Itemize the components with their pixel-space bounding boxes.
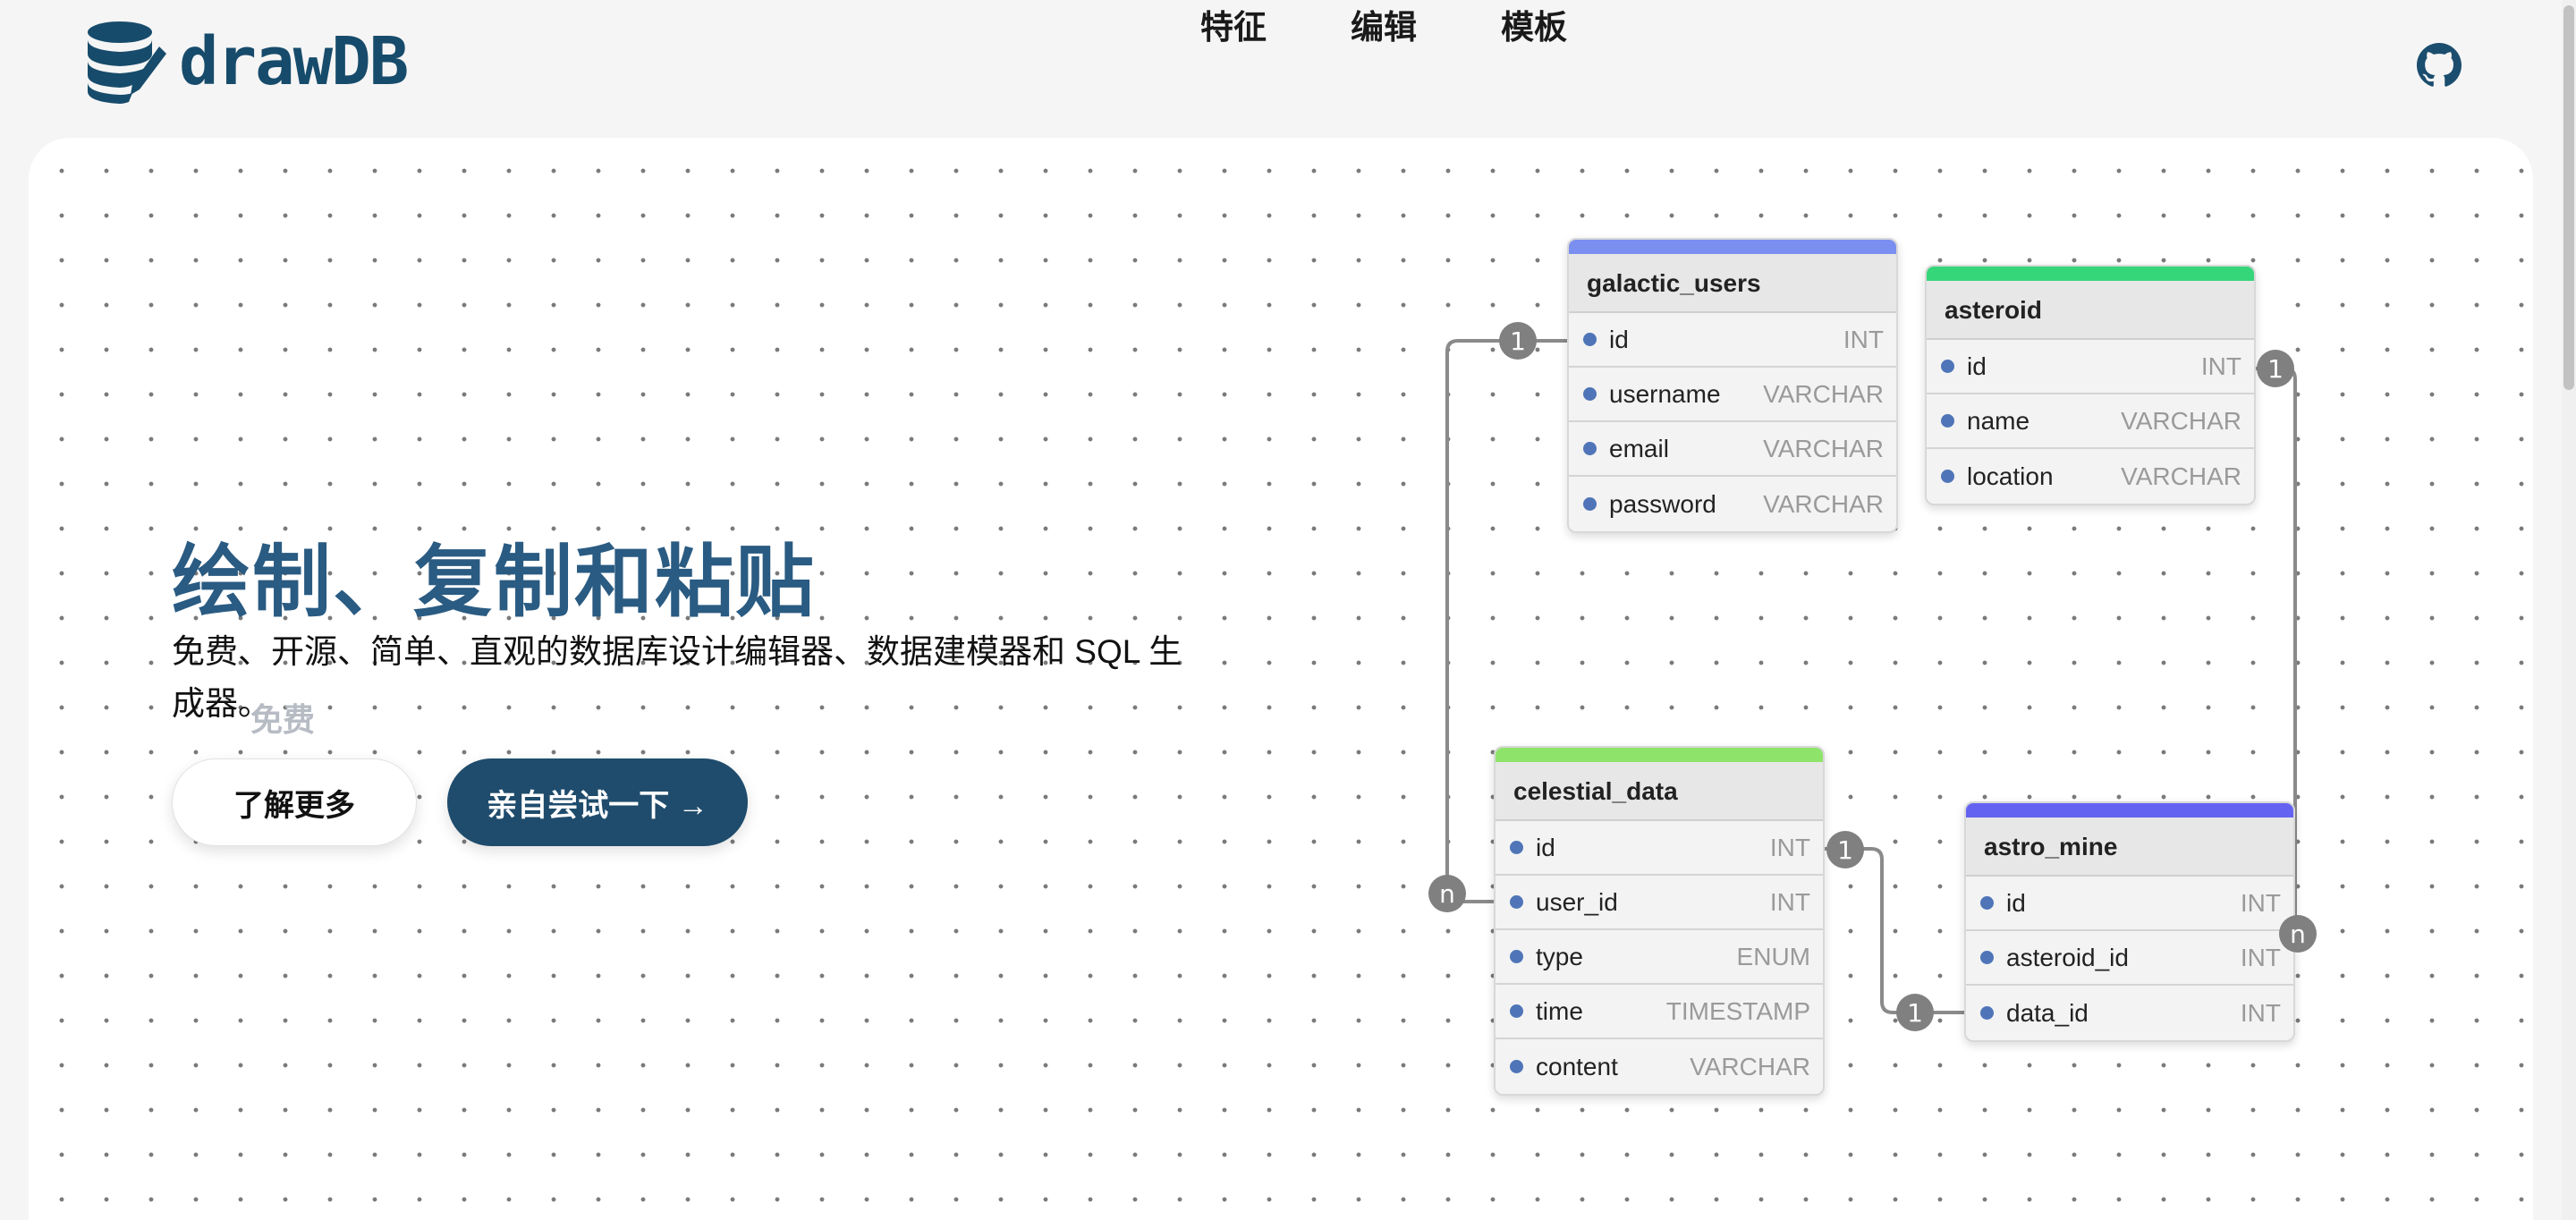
field-dot-icon — [1510, 841, 1523, 854]
field-name: id — [1536, 833, 1555, 861]
hero-title: 绘制、复制和粘贴 — [172, 538, 817, 626]
field-dot-icon — [1980, 951, 1994, 964]
table-field: username VARCHAR — [1569, 368, 1896, 422]
field-name: user_id — [1536, 887, 1618, 916]
nav-templates[interactable]: 模板 — [1501, 0, 1567, 48]
field-type: INT — [2240, 943, 2281, 971]
table-galactic-users[interactable]: galactic_users id INT username VARCHAR ema… — [1567, 238, 1898, 533]
field-dot-icon — [1510, 895, 1523, 909]
table-field: user_id INT — [1496, 876, 1823, 930]
table-field: id INT — [1927, 340, 2254, 394]
field-type: VARCHAR — [2121, 406, 2241, 435]
table-field: email VARCHAR — [1569, 422, 1896, 477]
cardinality-badge: n — [2279, 915, 2317, 953]
field-name: data_id — [2006, 998, 2089, 1027]
github-icon[interactable] — [2417, 43, 2462, 88]
field-name: name — [1967, 406, 2030, 435]
cardinality-badge: n — [1428, 875, 1466, 912]
table-asteroid[interactable]: asteroid id INT name VARCHAR location VARCH… — [1925, 265, 2256, 505]
table-field: asteroid_id INT — [1966, 931, 2293, 986]
nav-editor[interactable]: 编辑 — [1351, 0, 1417, 48]
table-field: password VARCHAR — [1569, 477, 1896, 531]
database-pencil-icon — [88, 21, 166, 104]
field-name: type — [1536, 942, 1583, 970]
table-color-bar — [1966, 803, 2293, 818]
table-title: celestial_data — [1496, 762, 1823, 821]
field-dot-icon — [1941, 360, 1954, 373]
field-type: INT — [1769, 887, 1810, 916]
table-field: name VARCHAR — [1927, 394, 2254, 449]
field-type: INT — [2240, 998, 2281, 1027]
table-field: id INT — [1966, 877, 2293, 931]
field-name: content — [1536, 1052, 1618, 1080]
field-name: id — [1967, 352, 1987, 380]
table-field: data_id INT — [1966, 986, 2293, 1040]
hero-typing-tag: 免费 — [250, 701, 316, 738]
field-dot-icon — [1980, 896, 1994, 910]
field-type: VARCHAR — [1763, 379, 1884, 408]
field-dot-icon — [1510, 1004, 1523, 1018]
field-dot-icon — [1583, 442, 1597, 455]
cardinality-badge: 1 — [1826, 831, 1864, 868]
table-field: content VARCHAR — [1496, 1039, 1823, 1094]
field-dot-icon — [1583, 333, 1597, 346]
field-type: VARCHAR — [1763, 489, 1884, 518]
field-type: INT — [1843, 325, 1884, 353]
table-color-bar — [1927, 267, 2254, 281]
learn-more-button[interactable]: 了解更多 — [172, 758, 417, 846]
table-field: type ENUM — [1496, 930, 1823, 985]
field-dot-icon — [1583, 387, 1597, 401]
field-dot-icon — [1980, 1006, 1994, 1020]
table-field: time TIMESTAMP — [1496, 985, 1823, 1039]
brand-logo[interactable]: drawDB — [84, 20, 409, 104]
field-dot-icon — [1941, 470, 1954, 483]
brand-name: drawDB — [179, 23, 409, 100]
field-type: VARCHAR — [2121, 462, 2241, 490]
cardinality-badge: 1 — [1499, 322, 1537, 360]
nav-features[interactable]: 特征 — [1200, 0, 1267, 48]
field-type: INT — [2240, 888, 2281, 917]
table-title: galactic_users — [1569, 254, 1896, 313]
field-type: VARCHAR — [1690, 1052, 1810, 1080]
field-name: id — [1609, 325, 1629, 353]
hero-description: 免费、开源、简单、直观的数据库设计编辑器、数据建模器和 SQL 生成器。 — [172, 633, 1182, 722]
field-dot-icon — [1583, 497, 1597, 511]
field-name: time — [1536, 996, 1583, 1025]
try-it-button[interactable]: 亲自尝试一下 → — [447, 758, 748, 846]
cardinality-badge: 1 — [2257, 350, 2294, 387]
field-dot-icon — [1510, 950, 1523, 963]
table-astro-mine[interactable]: astro_mine id INT asteroid_id INT data_id I… — [1964, 801, 2295, 1042]
field-name: id — [2006, 888, 2026, 917]
field-name: password — [1609, 489, 1716, 518]
field-name: asteroid_id — [2006, 943, 2129, 971]
top-navbar: drawDB 特征 编辑 模板 — [0, 0, 2576, 138]
field-type: VARCHAR — [1763, 434, 1884, 462]
field-type: INT — [2200, 352, 2241, 380]
table-color-bar — [1496, 748, 1823, 762]
field-name: email — [1609, 434, 1669, 462]
table-color-bar — [1569, 240, 1896, 254]
field-type: INT — [1769, 833, 1810, 861]
field-name: username — [1609, 379, 1721, 408]
field-name: location — [1967, 462, 2054, 490]
field-type: TIMESTAMP — [1665, 996, 1810, 1025]
table-title: astro_mine — [1966, 818, 2293, 877]
field-dot-icon — [1510, 1060, 1523, 1073]
table-field: location VARCHAR — [1927, 449, 2254, 504]
scrollbar-thumb[interactable] — [2563, 5, 2574, 390]
table-field: id INT — [1569, 313, 1896, 368]
field-dot-icon — [1941, 414, 1954, 428]
field-type: ENUM — [1736, 942, 1810, 970]
table-title: asteroid — [1927, 281, 2254, 340]
cardinality-badge: 1 — [1896, 994, 1934, 1031]
table-celestial-data[interactable]: celestial_data id INT user_id INT type ENUM… — [1494, 746, 1825, 1096]
table-field: id INT — [1496, 821, 1823, 876]
